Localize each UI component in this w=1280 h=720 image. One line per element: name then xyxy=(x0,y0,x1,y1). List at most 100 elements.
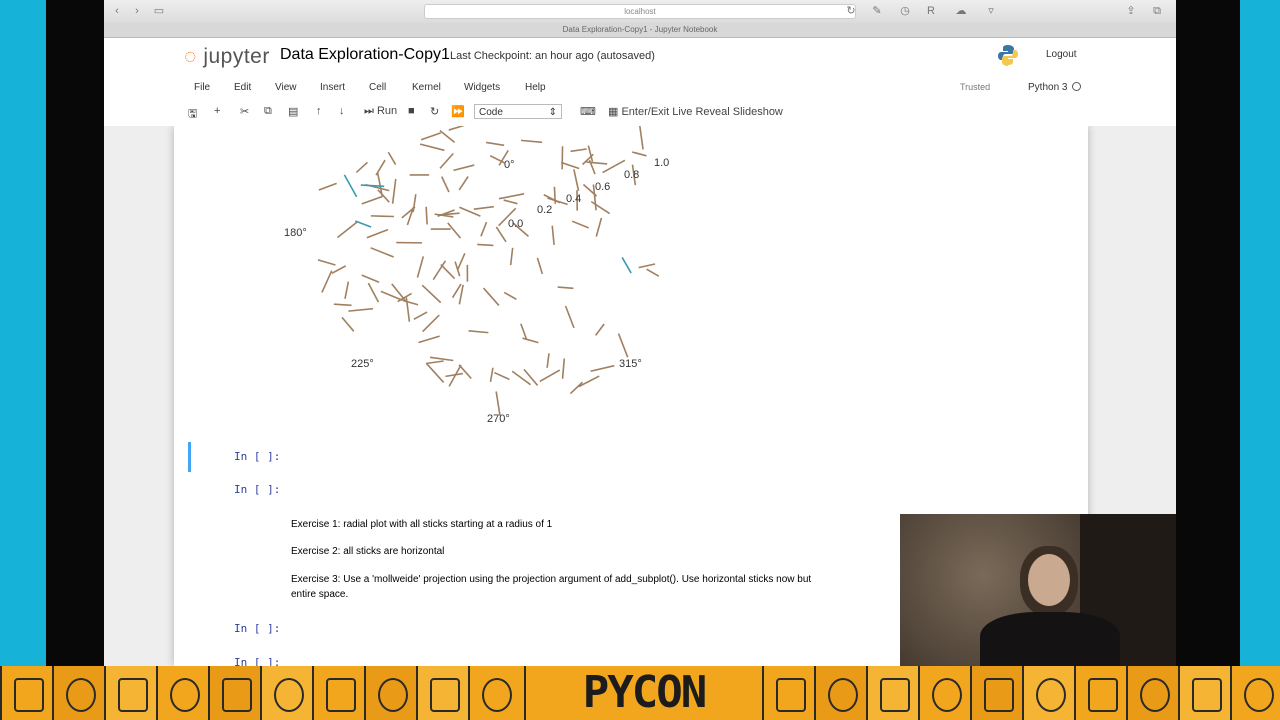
banner-tile xyxy=(970,666,1024,720)
notebook-title[interactable]: Data Exploration-Copy1 xyxy=(280,46,450,64)
stick-mark xyxy=(355,161,369,174)
copy-icon[interactable]: ⧉ xyxy=(264,105,272,118)
interrupt-icon[interactable]: ■ xyxy=(408,105,415,117)
insert-cell-icon[interactable]: + xyxy=(214,105,220,117)
cloud-icon[interactable]: ☁ xyxy=(954,5,968,17)
angle-label-270: 270° xyxy=(487,413,510,425)
tab-strip[interactable]: Data Exploration-Copy1 - Jupyter Noteboo… xyxy=(104,23,1176,38)
radial-label-4: 0.8 xyxy=(624,169,639,181)
exercise-2-text: Exercise 2: all sticks are horizontal xyxy=(291,546,445,557)
stick-mark xyxy=(421,284,442,304)
stick-mark xyxy=(425,360,444,365)
jupyter-logo[interactable]: ◌ jupyter xyxy=(184,45,270,69)
restart-icon[interactable]: ↻ xyxy=(430,105,439,118)
cell-type-select[interactable]: Code ⇕ xyxy=(474,104,562,119)
stick-mark xyxy=(468,330,489,334)
radial-label-3: 0.6 xyxy=(595,181,610,193)
share-icon[interactable]: ⇪ xyxy=(1124,5,1138,17)
trusted-badge[interactable]: Trusted xyxy=(960,82,990,92)
menu-file[interactable]: File xyxy=(194,82,210,93)
stick-mark xyxy=(402,299,419,306)
autosave-text: (autosaved) xyxy=(596,50,655,62)
profile-initial[interactable]: R xyxy=(924,5,938,17)
banner-tile-motif xyxy=(984,678,1014,712)
save-icon[interactable]: 🖫 xyxy=(188,105,197,124)
forward-icon[interactable]: › xyxy=(130,5,144,17)
stick-mark xyxy=(561,358,566,379)
stick-mark xyxy=(571,220,589,229)
banner-tile xyxy=(1126,666,1180,720)
stick-mark xyxy=(573,169,580,192)
menu-widgets[interactable]: Widgets xyxy=(464,82,500,93)
stick-mark xyxy=(590,200,611,215)
select-arrow-icon: ⇕ xyxy=(548,107,557,118)
rise-button[interactable]: ▦ Enter/Exit Live Reveal Slideshow xyxy=(608,105,783,118)
stick-mark xyxy=(523,368,539,386)
stick-mark xyxy=(331,265,347,275)
stick-mark xyxy=(570,148,587,153)
left-black-frame xyxy=(46,0,104,666)
cell-type-value: Code xyxy=(479,107,503,118)
banner-tile-motif xyxy=(14,678,44,712)
banner-tile xyxy=(866,666,920,720)
menu-edit[interactable]: Edit xyxy=(234,82,251,93)
logout-button[interactable]: Logout xyxy=(1039,46,1084,63)
stick-mark xyxy=(425,206,428,225)
menu-cell[interactable]: Cell xyxy=(369,82,386,93)
stick-mark xyxy=(586,161,608,165)
clock-icon[interactable]: ◷ xyxy=(898,5,912,17)
menu-kernel[interactable]: Kernel xyxy=(412,82,441,93)
stick-mark xyxy=(495,226,507,243)
banner-tile-motif xyxy=(222,678,252,712)
back-icon[interactable]: ‹ xyxy=(110,5,124,17)
stick-mark xyxy=(425,362,445,384)
run-icon: ⏭ xyxy=(364,105,374,117)
stick-mark xyxy=(448,126,465,131)
url-bar[interactable]: localhost xyxy=(424,4,856,19)
stick-mark xyxy=(639,126,644,150)
polar-plot: 0° 180° 225° 270° 315° 0.0 0.2 0.4 0.6 0… xyxy=(284,126,669,425)
banner-tile xyxy=(52,666,106,720)
banner-tile xyxy=(1074,666,1128,720)
stick-mark xyxy=(458,364,472,380)
banner-tile xyxy=(364,666,418,720)
paste-icon[interactable]: ▤ xyxy=(288,105,298,118)
radial-label-5: 1.0 xyxy=(654,157,669,169)
sidebar-icon[interactable]: ▭ xyxy=(152,5,166,17)
cut-icon[interactable]: ✂ xyxy=(240,105,249,118)
stick-mark xyxy=(370,247,394,258)
stick-mark xyxy=(419,143,445,152)
menu-help[interactable]: Help xyxy=(525,82,546,93)
checkpoint-text: Last Checkpoint: an hour ago xyxy=(450,50,594,62)
right-black-frame xyxy=(1176,0,1240,666)
menu-insert[interactable]: Insert xyxy=(320,82,345,93)
reload-icon[interactable]: ↻ xyxy=(844,5,858,17)
right-blue-frame xyxy=(1240,0,1280,666)
stick-mark xyxy=(557,286,574,290)
run-button[interactable]: ⏭ Run xyxy=(364,105,397,118)
restart-run-all-icon[interactable]: ⏩ xyxy=(451,105,465,118)
plot-sticks xyxy=(317,126,660,416)
kernel-indicator: Python 3 xyxy=(1028,82,1082,93)
cell-prompt: In [ ]: xyxy=(234,450,281,463)
menu-view[interactable]: View xyxy=(275,82,297,93)
stick-mark xyxy=(354,220,372,228)
kernel-idle-icon xyxy=(1072,82,1082,91)
stick-mark xyxy=(631,151,647,157)
extension-icon[interactable]: ✎ xyxy=(870,5,884,17)
banner-tile-motif xyxy=(482,678,512,712)
move-up-icon[interactable]: ↑ xyxy=(316,105,322,117)
stick-mark xyxy=(564,305,575,329)
keyboard-icon[interactable]: ⌨ xyxy=(580,105,596,118)
stick-mark xyxy=(366,228,389,239)
banner-tile-motif xyxy=(1088,678,1118,712)
tabs-icon[interactable]: ⧉ xyxy=(1150,5,1164,17)
stick-mark xyxy=(503,291,517,301)
radial-label-1: 0.2 xyxy=(537,204,552,216)
banner-tile xyxy=(468,666,522,720)
stick-mark xyxy=(453,164,475,172)
move-down-icon[interactable]: ↓ xyxy=(339,105,345,117)
banner-tile xyxy=(208,666,262,720)
pocket-icon[interactable]: ▿ xyxy=(984,5,998,17)
logo-text: jupyter xyxy=(203,45,270,68)
